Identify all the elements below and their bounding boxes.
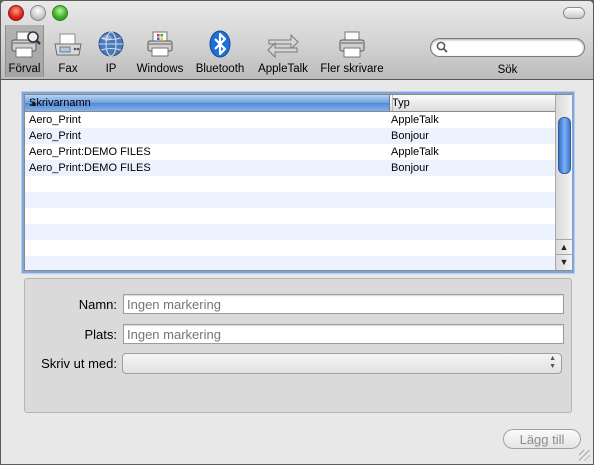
empty-row (25, 176, 555, 192)
close-window-button[interactable] (8, 5, 24, 21)
toolbar-toggle-button[interactable] (563, 7, 585, 19)
printer-type-cell: AppleTalk (391, 146, 439, 158)
printer-details-panel: Namn: Plats: Skriv ut med: ▲▼ (24, 278, 572, 413)
search-icon (436, 41, 448, 56)
bluetooth-icon (204, 29, 236, 64)
appletalk-arrows-icon (265, 29, 301, 64)
table-row[interactable]: Aero_Print:DEMO FILES AppleTalk (25, 144, 555, 160)
search-field[interactable] (430, 38, 585, 57)
empty-row (25, 224, 555, 240)
toolbar-item-ip[interactable]: IP (93, 25, 129, 77)
toolbar-item-more-printers[interactable]: Fler skrivare (317, 25, 387, 77)
table-row[interactable]: Aero_Print Bonjour (25, 128, 555, 144)
table-row[interactable]: Aero_Print:DEMO FILES Bonjour (25, 160, 555, 176)
printer-type-cell: Bonjour (391, 130, 429, 142)
printer-name-cell: Aero_Print (29, 114, 81, 126)
printer-type-cell: Bonjour (391, 162, 429, 174)
printer-type-cell: AppleTalk (391, 114, 439, 126)
print-with-label: Skriv ut med: (41, 356, 117, 371)
toolbar-item-fax[interactable]: Fax (49, 25, 87, 77)
empty-row (25, 192, 555, 208)
search-label: Sök (497, 64, 518, 76)
location-label: Plats: (84, 327, 117, 342)
add-printer-window: Förval Fax IP Windows Bluetooth AppleTal… (0, 0, 594, 465)
default-printer-icon (9, 29, 41, 64)
fax-icon (52, 29, 84, 64)
toolbar-item-label: Fax (58, 63, 78, 75)
location-field[interactable] (123, 324, 564, 344)
toolbar-item-bluetooth[interactable]: Bluetooth (192, 25, 248, 77)
empty-row (25, 256, 555, 270)
column-header-label: Typ (392, 97, 410, 109)
search-input[interactable] (451, 40, 576, 54)
toolbar-item-default[interactable]: Förval (5, 25, 44, 77)
empty-row (25, 240, 555, 256)
scroll-up-arrow-icon[interactable]: ▲ (556, 239, 572, 254)
print-with-popup[interactable]: ▲ ▼ (122, 353, 562, 374)
zoom-window-button[interactable] (52, 5, 68, 21)
toolbar-item-label: IP (105, 63, 117, 75)
printer-name-cell: Aero_Print:DEMO FILES (29, 146, 151, 158)
column-header-printer-name[interactable]: Skrivarnamn ▲ (25, 95, 390, 111)
printer-name-cell: Aero_Print (29, 130, 81, 142)
name-field[interactable] (123, 294, 564, 314)
list-rows: Aero_Print AppleTalk Aero_Print Bonjour … (25, 112, 555, 270)
table-row[interactable]: Aero_Print AppleTalk (25, 112, 555, 128)
toolbar-item-windows[interactable]: Windows (134, 25, 186, 77)
toolbar: Förval Fax IP Windows Bluetooth AppleTal… (1, 1, 593, 80)
sort-ascending-icon: ▲ (29, 98, 38, 108)
add-button[interactable]: Lägg till (503, 429, 581, 449)
list-header: Skrivarnamn ▲ Typ (25, 95, 555, 112)
globe-icon (95, 29, 127, 64)
toolbar-item-appletalk[interactable]: AppleTalk (254, 25, 312, 77)
scrollbar-thumb[interactable] (558, 117, 571, 174)
name-label: Namn: (78, 297, 117, 312)
toolbar-item-label: Förval (8, 63, 41, 75)
popup-arrows-icon: ▲ ▼ (549, 355, 556, 370)
vertical-scrollbar[interactable]: ▲ ▼ (555, 95, 572, 270)
printer-name-cell: Aero_Print:DEMO FILES (29, 162, 151, 174)
toolbar-item-label: Windows (136, 63, 184, 75)
resize-grip-icon[interactable] (579, 450, 590, 461)
toolbar-item-label: Fler skrivare (320, 63, 384, 75)
toolbar-item-label: Bluetooth (195, 63, 245, 75)
minimize-window-button[interactable] (30, 5, 46, 21)
empty-row (25, 208, 555, 224)
toolbar-item-label: AppleTalk (258, 63, 308, 75)
column-header-type[interactable]: Typ (390, 95, 554, 111)
scroll-down-arrow-icon[interactable]: ▼ (556, 254, 572, 269)
more-printers-icon (336, 29, 368, 64)
windows-printer-icon (144, 29, 176, 64)
printer-list[interactable]: Skrivarnamn ▲ Typ Aero_Print AppleTalk A… (24, 94, 572, 271)
